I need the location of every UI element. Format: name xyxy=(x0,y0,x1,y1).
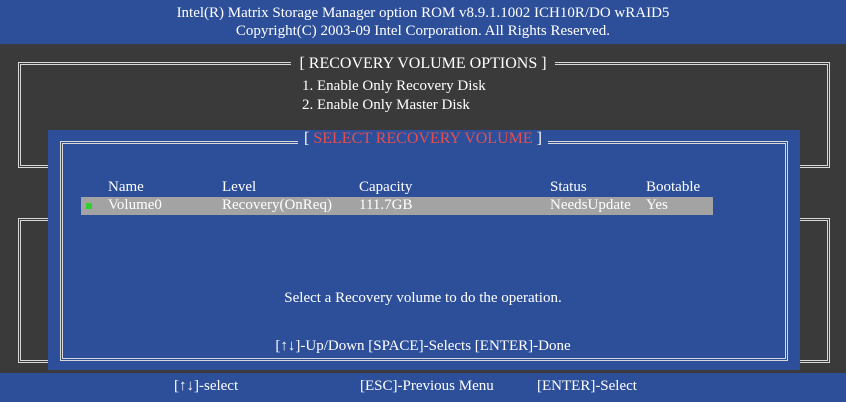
column-level: Level xyxy=(222,179,257,195)
dialog-help-row: [↑↓]-Up/Down [SPACE]-Selects [ENTER]-Don… xyxy=(0,338,846,355)
volume-name: Volume0 xyxy=(108,197,162,213)
selected-indicator-icon xyxy=(86,203,92,209)
column-bootable: Bootable xyxy=(646,179,701,195)
footer-enter-select: [ENTER]-Select xyxy=(537,378,637,394)
option-recovery-disk[interactable]: 1. Enable Only Recovery Disk xyxy=(302,78,486,95)
dialog-frame xyxy=(60,141,788,361)
dialog-title-close: ] xyxy=(532,130,542,147)
volume-level: Recovery(OnReq) xyxy=(222,197,332,213)
volume-status: NeedsUpdate xyxy=(550,197,631,213)
column-name: Name xyxy=(108,179,144,195)
volume-capacity: 111.7GB xyxy=(359,197,413,213)
footer-previous-menu: [ESC]-Previous Menu xyxy=(360,378,494,394)
options-title: [ RECOVERY VOLUME OPTIONS ] xyxy=(291,55,555,72)
dialog-title-open: [ xyxy=(304,130,314,147)
dialog-title-row: [ SELECT RECOVERY VOLUME ] xyxy=(0,130,846,148)
key-help-bar: [↑↓]-select [ESC]-Previous Menu [ENTER]-… xyxy=(0,373,846,402)
rom-header: Intel(R) Matrix Storage Manager option R… xyxy=(0,0,846,44)
column-capacity: Capacity xyxy=(359,179,413,195)
rom-title: Intel(R) Matrix Storage Manager option R… xyxy=(176,5,670,21)
footer-select: [↑↓]-select xyxy=(174,378,239,394)
volume-bootable: Yes xyxy=(646,197,668,213)
dialog-help: [↑↓]-Up/Down [SPACE]-Selects [ENTER]-Don… xyxy=(269,338,577,354)
column-status: Status xyxy=(550,179,587,195)
options-title-row: [ RECOVERY VOLUME OPTIONS ] xyxy=(0,55,846,73)
dialog-title: SELECT RECOVERY VOLUME xyxy=(313,130,533,147)
dialog-message: Select a Recovery volume to do the opera… xyxy=(284,290,562,306)
rom-copyright: Copyright(C) 2003-09 Intel Corporation. … xyxy=(235,23,611,39)
option-master-disk[interactable]: 2. Enable Only Master Disk xyxy=(302,97,470,114)
